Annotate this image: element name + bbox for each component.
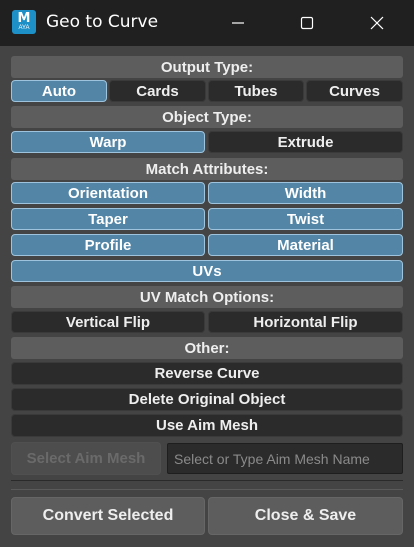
- minimize-icon: [232, 22, 244, 24]
- title-bar[interactable]: M AYA Geo to Curve: [0, 0, 414, 46]
- close-button[interactable]: [357, 5, 397, 41]
- match-orientation-toggle[interactable]: Orientation: [11, 182, 205, 204]
- divider: [11, 480, 403, 481]
- convert-selected-button[interactable]: Convert Selected: [11, 497, 205, 535]
- match-twist-toggle[interactable]: Twist: [208, 208, 403, 230]
- divider: [11, 489, 403, 490]
- match-attributes-header: Match Attributes:: [11, 158, 403, 180]
- output-cards-button[interactable]: Cards: [109, 80, 206, 102]
- other-header: Other:: [11, 337, 403, 359]
- reverse-curve-toggle[interactable]: Reverse Curve: [11, 362, 403, 385]
- object-warp-button[interactable]: Warp: [11, 131, 205, 153]
- match-width-toggle[interactable]: Width: [208, 182, 403, 204]
- match-taper-toggle[interactable]: Taper: [11, 208, 205, 230]
- uv-match-options-header: UV Match Options:: [11, 286, 403, 308]
- close-icon: [370, 16, 384, 30]
- match-material-toggle[interactable]: Material: [208, 234, 403, 256]
- output-auto-button[interactable]: Auto: [11, 80, 107, 102]
- object-type-header: Object Type:: [11, 106, 403, 128]
- close-and-save-button[interactable]: Close & Save: [208, 497, 403, 535]
- output-curves-button[interactable]: Curves: [306, 80, 403, 102]
- vertical-flip-toggle[interactable]: Vertical Flip: [11, 311, 205, 333]
- output-tubes-button[interactable]: Tubes: [208, 80, 304, 102]
- match-profile-toggle[interactable]: Profile: [11, 234, 205, 256]
- maximize-icon: [300, 16, 314, 30]
- output-type-header: Output Type:: [11, 56, 403, 78]
- minimize-button[interactable]: [218, 5, 258, 41]
- maximize-button[interactable]: [287, 5, 327, 41]
- delete-original-object-toggle[interactable]: Delete Original Object: [11, 388, 403, 411]
- object-extrude-button[interactable]: Extrude: [208, 131, 403, 153]
- use-aim-mesh-toggle[interactable]: Use Aim Mesh: [11, 414, 403, 437]
- window-title: Geo to Curve: [46, 12, 159, 32]
- maya-app-icon: M AYA: [12, 10, 36, 34]
- aim-mesh-name-input[interactable]: [167, 443, 403, 474]
- horizontal-flip-toggle[interactable]: Horizontal Flip: [208, 311, 403, 333]
- select-aim-mesh-button[interactable]: Select Aim Mesh: [11, 442, 161, 475]
- match-uvs-toggle[interactable]: UVs: [11, 260, 403, 282]
